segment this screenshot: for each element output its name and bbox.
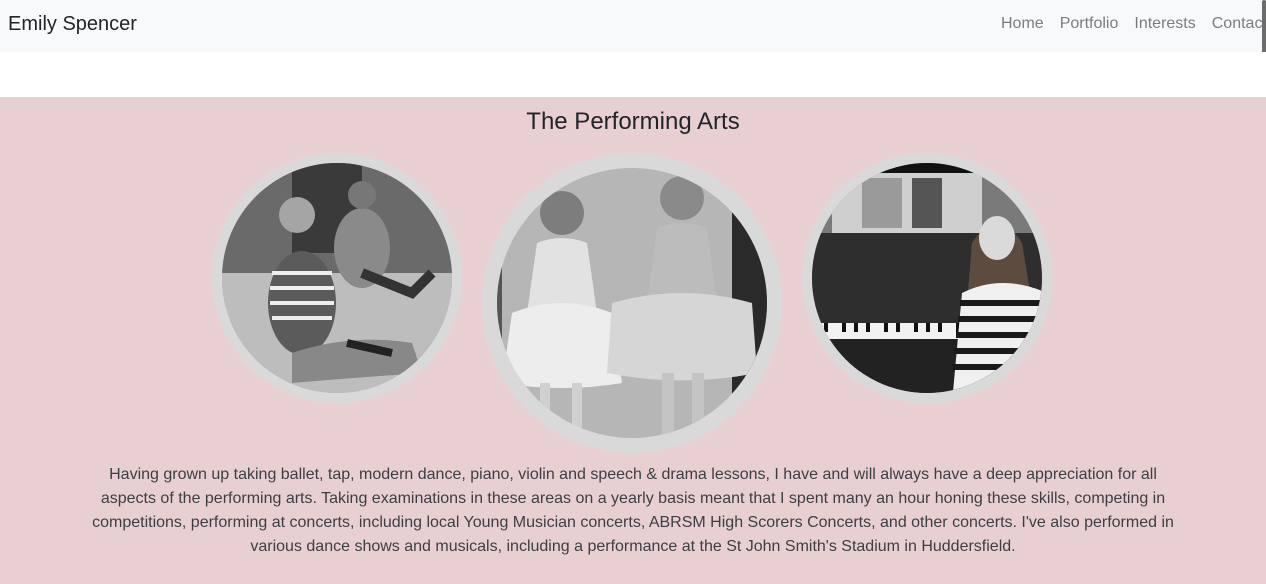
piano-photo [802, 153, 1052, 403]
section-description: Having grown up taking ballet, tap, mode… [92, 466, 1174, 555]
nav-link-portfolio[interactable]: Portfolio [1052, 14, 1127, 34]
section-title: The Performing Arts [526, 108, 740, 135]
nav-link-contact[interactable]: Contact [1204, 14, 1266, 34]
dancers-photo [212, 153, 462, 403]
ballet-girls-photo [482, 153, 782, 453]
nav-links: Home Portfolio Interests Contact [993, 14, 1266, 34]
nav-link-interests[interactable]: Interests [1126, 14, 1203, 34]
nav-link-home[interactable]: Home [993, 14, 1052, 34]
performing-arts-section: The Performing Arts Having grown up taki… [0, 97, 1266, 584]
navbar: Emily Spencer Home Portfolio Interests C… [0, 0, 1266, 52]
brand-link[interactable]: Emily Spencer [8, 12, 137, 36]
header-spacer [0, 52, 1266, 97]
